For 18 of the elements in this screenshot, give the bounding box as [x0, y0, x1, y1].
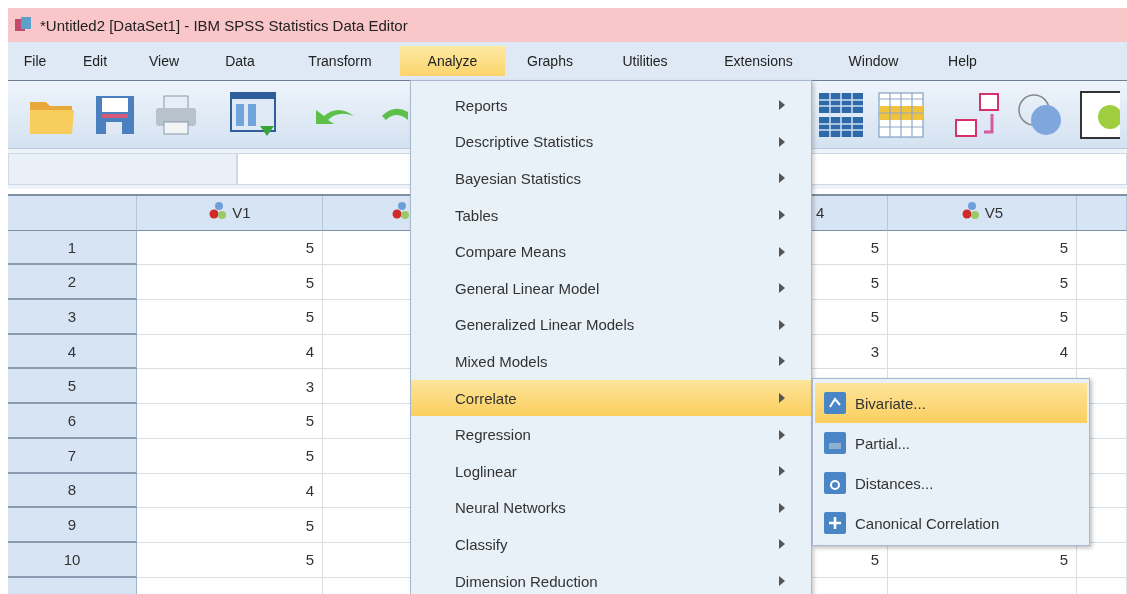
column-header-label: V5 — [984, 204, 1004, 222]
column-header-label: 4 — [816, 204, 825, 222]
column-header-label: V1 — [232, 204, 251, 222]
table-cell: 5 — [137, 508, 323, 543]
table-cell: 4 — [137, 334, 323, 370]
table-cell: 5 — [137, 542, 323, 578]
table-cell: 4 — [888, 334, 1077, 370]
table-cell: 5 — [888, 230, 1077, 266]
table-cell: 4 — [137, 473, 323, 509]
table-cell: 5 — [137, 265, 323, 301]
table-cell: 5 — [137, 438, 323, 474]
table-cell: 3 — [137, 369, 323, 405]
window-title: *Untitled2 [DataSet1] - IBM SPSS Statistics Data Editor — [40, 16, 408, 34]
table-cell: 5 — [137, 230, 323, 266]
table-cell: 5 — [137, 300, 323, 335]
table-cell: 5 — [888, 300, 1077, 335]
table-cell: 5 — [888, 265, 1077, 301]
table-cell: 5 — [137, 404, 323, 439]
